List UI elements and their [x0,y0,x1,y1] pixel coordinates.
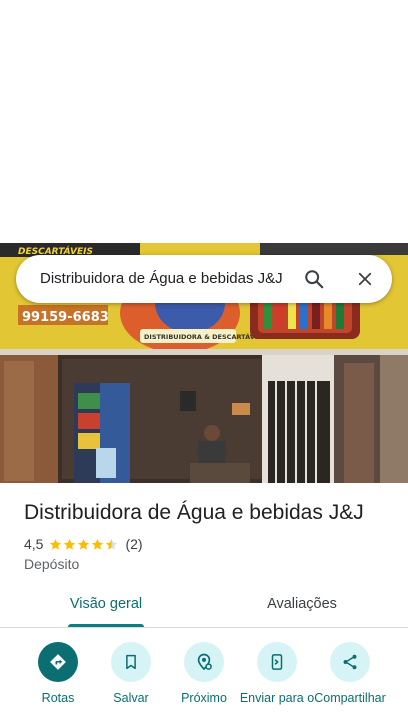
nearby-button[interactable]: Próximo [164,640,244,705]
half-star-icon [106,538,118,550]
directions-button[interactable]: Rotas [18,640,98,705]
place-category: Depósito [24,556,80,572]
rating-value: 4,5 [24,536,44,552]
tab-overview[interactable]: Visão geral [40,584,172,628]
nearby-label: Próximo [181,691,227,705]
close-icon[interactable] [349,263,381,295]
share-label: Compartilhar [314,691,386,705]
search-input[interactable]: Distribuidora de Água e bebidas J&J [40,255,304,303]
send-to-phone-icon [257,642,297,682]
star-icon [64,538,76,550]
action-bar: Rotas Salvar Próximo Enviar para o Compa… [0,640,408,726]
star-icon [78,538,90,550]
star-rating [49,538,119,551]
place-title: Distribuidora de Água e bebidas J&J [24,501,364,524]
star-icon [50,538,62,550]
directions-icon [38,642,78,682]
tab-reviews[interactable]: Avaliações [236,584,368,628]
search-bar[interactable]: Distribuidora de Água e bebidas J&J [16,255,392,303]
bookmark-icon [111,642,151,682]
review-count[interactable]: (2) [125,536,142,552]
sign-badge-text: DISTRIBUIDORA & DESCARTÁVEIS [144,332,267,341]
send-to-phone-button[interactable]: Enviar para o [237,640,317,705]
save-label: Salvar [113,691,149,705]
star-icon [92,538,104,550]
active-tab-indicator [68,624,144,627]
sign-phone: 99159-6683 [22,310,109,325]
nearby-icon [184,642,224,682]
save-button[interactable]: Salvar [91,640,171,705]
directions-label: Rotas [41,691,75,705]
send-to-phone-label: Enviar para o [239,691,315,705]
share-icon [330,642,370,682]
search-icon[interactable] [298,263,330,295]
share-button[interactable]: Compartilhar [310,640,390,705]
tab-bar: Visão geral Avaliações [0,584,408,628]
rating-row[interactable]: 4,5 (2) [24,536,143,552]
